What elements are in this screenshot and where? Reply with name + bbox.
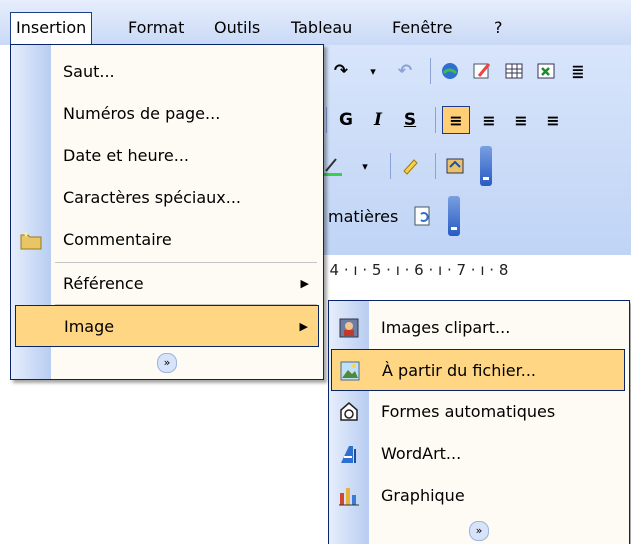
menu-item-commentaire[interactable]: Commentaire [11, 219, 323, 261]
image-submenu: Images clipart... À partir du fichier...… [328, 300, 630, 544]
menu-item-image[interactable]: Image ▶ [15, 305, 319, 347]
italic-button[interactable]: I [365, 107, 391, 133]
menu-item-graphique[interactable]: Graphique [329, 475, 629, 517]
separator [430, 58, 431, 84]
toc-toolbar: matières [328, 196, 461, 236]
ruler: · 4 · ı · 5 · ı · 6 · ı · 7 · ı · 8 [320, 255, 631, 285]
menu-item-formes-automatiques[interactable]: Formes automatiques [329, 391, 629, 433]
highlight-icon[interactable] [397, 153, 423, 179]
comment-folder-icon [19, 228, 43, 252]
dropdown-icon[interactable]: ▾ [352, 153, 378, 179]
menu-item-numeros-de-page[interactable]: Numéros de page... [11, 93, 323, 135]
table-icon[interactable] [501, 58, 527, 84]
menu-item-graphique-label: Graphique [381, 486, 465, 505]
wordart-icon [337, 442, 361, 466]
columns-icon[interactable]: ≣ [565, 58, 591, 84]
drawing-icon[interactable] [469, 58, 495, 84]
menu-item-wordart-label: WordArt... [381, 444, 462, 463]
menu-outils-label: Outils [214, 18, 261, 37]
menu-format-label: Format [128, 18, 185, 37]
menu-bar: Insertion Format Outils Tableau Fenêtre … [0, 0, 631, 45]
bold-button[interactable]: G [333, 107, 359, 133]
chart-icon [337, 484, 361, 508]
menu-tableau-label: Tableau [291, 18, 353, 37]
standard-toolbar: ↷ ▾ ↶ ≣ [328, 58, 597, 84]
menu-item-saut[interactable]: Saut... [11, 51, 323, 93]
menu-tableau[interactable]: Tableau [291, 14, 352, 42]
menu-outils[interactable]: Outils [214, 14, 260, 42]
toolbar-options-grip[interactable] [448, 196, 461, 236]
menu-item-commentaire-label: Commentaire [63, 230, 172, 249]
align-left-icon[interactable]: ≡ [442, 106, 470, 134]
separator [390, 153, 391, 179]
autoshapes-icon [337, 400, 361, 424]
align-center-icon[interactable]: ≡ [476, 107, 502, 133]
insertion-menu: Saut... Numéros de page... Date et heure… [10, 44, 324, 380]
align-right-icon[interactable]: ≡ [508, 107, 534, 133]
menu-help[interactable]: ? [494, 14, 503, 42]
expand-submenu-chevron-icon[interactable]: » [469, 521, 489, 541]
expand-menu-chevron-icon[interactable]: » [157, 353, 177, 373]
dropdown-icon[interactable]: ▾ [360, 58, 386, 84]
drawing-toolbar: ▾ [320, 146, 492, 186]
toc-label[interactable]: matières [328, 207, 398, 226]
redo-icon[interactable]: ↷ [328, 58, 354, 84]
menu-format[interactable]: Format [128, 14, 184, 42]
menu-insertion-label: Insertion [16, 18, 87, 37]
submenu-arrow-icon: ▶ [300, 277, 309, 290]
separator [435, 153, 436, 179]
submenu-arrow-icon: ▶ [299, 320, 308, 333]
undo-icon[interactable]: ↶ [392, 58, 418, 84]
frame-icon[interactable] [442, 153, 468, 179]
menu-item-images-clipart-label: Images clipart... [381, 318, 511, 337]
menu-item-images-clipart[interactable]: Images clipart... [329, 307, 629, 349]
menu-item-saut-label: Saut... [63, 62, 115, 81]
menu-item-caracteres-speciaux-label: Caractères spéciaux... [63, 188, 242, 207]
clipart-icon [337, 316, 361, 340]
menu-item-wordart[interactable]: WordArt... [329, 433, 629, 475]
separator [435, 107, 436, 133]
menu-help-label: ? [494, 18, 503, 37]
picture-file-icon [338, 359, 362, 383]
menu-item-reference[interactable]: Référence ▶ [11, 263, 323, 305]
menu-item-date-et-heure-label: Date et heure... [63, 146, 189, 165]
hyperlink-icon[interactable] [437, 58, 463, 84]
toolbar-options-grip[interactable] [480, 146, 492, 186]
separator [326, 107, 327, 133]
menu-item-numeros-de-page-label: Numéros de page... [63, 104, 221, 123]
menu-fenetre[interactable]: Fenêtre [392, 14, 453, 42]
excel-table-icon[interactable] [533, 58, 559, 84]
underline-button[interactable]: S [397, 107, 423, 133]
menu-item-a-partir-du-fichier[interactable]: À partir du fichier... [331, 349, 625, 391]
update-toc-icon[interactable] [410, 203, 436, 229]
ruler-marks: · 4 · ı · 5 · ı · 6 · ı · 7 · ı · 8 [320, 261, 509, 279]
menu-fenetre-label: Fenêtre [392, 18, 453, 37]
justify-icon[interactable]: ≡ [540, 107, 566, 133]
formatting-toolbar: G I S ≡ ≡ ≡ ≡ [320, 106, 572, 134]
menu-insertion[interactable]: Insertion [10, 12, 93, 45]
menu-item-a-partir-du-fichier-label: À partir du fichier... [382, 361, 537, 380]
menu-item-caracteres-speciaux[interactable]: Caractères spéciaux... [11, 177, 323, 219]
menu-item-formes-automatiques-label: Formes automatiques [381, 402, 556, 421]
menu-item-reference-label: Référence [63, 274, 144, 293]
menu-item-image-label: Image [64, 317, 115, 336]
menu-item-date-et-heure[interactable]: Date et heure... [11, 135, 323, 177]
